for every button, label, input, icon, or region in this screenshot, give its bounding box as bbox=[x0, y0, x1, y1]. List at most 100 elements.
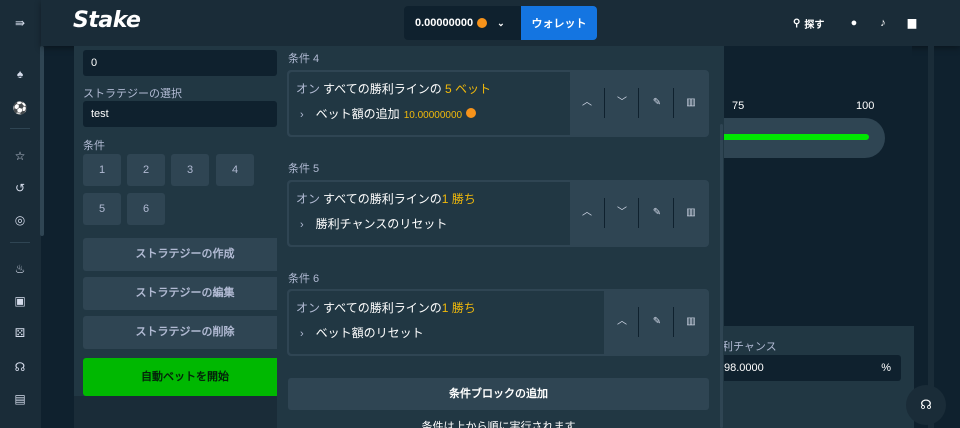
delete-strategy-button[interactable]: ストラテジーの削除 bbox=[83, 316, 287, 349]
divider bbox=[638, 198, 639, 228]
amount-field[interactable]: 0 bbox=[83, 50, 277, 76]
percent-symbol: % bbox=[881, 362, 891, 374]
condition-body[interactable]: オン すべての勝利ラインの1 勝ち › 勝利チャンスのリセット bbox=[289, 182, 570, 245]
divider bbox=[673, 88, 674, 118]
conditions-label: 条件 bbox=[83, 140, 105, 152]
chevron-right-icon: › bbox=[300, 219, 304, 231]
chevron-down-icon: ⌄ bbox=[497, 17, 505, 28]
chevron-up-icon[interactable]: ︿ bbox=[572, 88, 602, 118]
execution-order-note: 条件は上から順に実行されます bbox=[421, 421, 576, 428]
condition-number-button[interactable]: 2 bbox=[127, 154, 165, 186]
win-chance-value: 98.0000 bbox=[724, 362, 764, 374]
user-icon[interactable]: ● bbox=[847, 16, 861, 30]
condition-on-label: オン bbox=[296, 192, 321, 206]
chevron-up-icon[interactable]: ︿ bbox=[607, 307, 637, 337]
condition-on-label: オン bbox=[296, 301, 321, 315]
trash-icon[interactable]: ▥ bbox=[676, 198, 706, 228]
chevron-up-icon[interactable]: ︿ bbox=[572, 198, 602, 228]
condition-trigger: オン すべての勝利ラインの 5 ベット bbox=[296, 80, 491, 97]
condition-trigger-value: 1 勝ち bbox=[441, 192, 476, 206]
target-icon[interactable]: ◎ bbox=[12, 212, 28, 228]
chevron-right-icon: › bbox=[300, 328, 304, 340]
win-chance-label: 利チャンス bbox=[722, 341, 777, 353]
trash-icon[interactable]: ▥ bbox=[676, 88, 706, 118]
support-headset-button[interactable]: ☊ bbox=[906, 385, 946, 425]
condition-trigger-prefix: すべての勝利ラインの bbox=[323, 82, 442, 96]
balance-value: 0.00000000 bbox=[415, 17, 474, 29]
divider bbox=[638, 307, 639, 337]
win-slider-bar[interactable] bbox=[714, 134, 869, 140]
condition-card: オン すべての勝利ラインの 5 ベット › ベット額の追加 10.00000000 ︿… bbox=[287, 70, 709, 137]
fire-icon[interactable]: ♨ bbox=[12, 261, 28, 277]
currency-coin-icon bbox=[466, 108, 477, 118]
side-rail: ⇛ ♠ ⚽ ☆ ↺ ◎ ♨ ▣ ⚄ ☊ ▤ bbox=[0, 0, 44, 428]
currency-coin-icon bbox=[477, 18, 488, 28]
create-strategy-button[interactable]: ストラテジーの作成 bbox=[83, 238, 287, 271]
condition-action: › 勝利チャンスのリセット bbox=[300, 215, 447, 232]
divider bbox=[673, 307, 674, 337]
chevron-down-icon[interactable]: ﹀ bbox=[607, 88, 637, 118]
divider bbox=[638, 88, 639, 118]
divider bbox=[604, 198, 605, 228]
strategy-select-label: ストラテジーの選択 bbox=[83, 88, 182, 100]
condition-amount: 10.00000000 bbox=[403, 110, 463, 121]
wallet-button[interactable]: ウォレット bbox=[521, 6, 597, 40]
rail-divider bbox=[10, 128, 30, 129]
condition-trigger-prefix: すべての勝利ラインの bbox=[323, 301, 442, 315]
condition-action-label: ベット額のリセット bbox=[315, 326, 424, 340]
condition-number-button[interactable]: 6 bbox=[127, 193, 165, 225]
trash-icon[interactable]: ▥ bbox=[676, 307, 706, 337]
slider-tick-100: 100 bbox=[856, 100, 875, 112]
search-label: 探す bbox=[804, 20, 825, 31]
sports-ball-icon[interactable]: ⚽ bbox=[12, 100, 28, 116]
history-icon[interactable]: ↺ bbox=[12, 180, 28, 196]
condition-trigger-prefix: すべての勝利ラインの bbox=[323, 192, 442, 206]
chevron-down-icon[interactable]: ﹀ bbox=[607, 198, 637, 228]
start-autobet-button[interactable]: 自動ベットを開始 bbox=[83, 358, 287, 396]
rail-scrollbar[interactable] bbox=[40, 46, 44, 236]
headset-icon: ☊ bbox=[920, 397, 932, 412]
balance-selector[interactable]: 0.00000000 ⌄ bbox=[404, 6, 521, 40]
condition-card: オン すべての勝利ラインの1 勝ち › ベット額のリセット ︿ ✎ ▥ bbox=[287, 289, 709, 356]
condition-number-button[interactable]: 4 bbox=[216, 154, 254, 186]
chat-icon[interactable]: ▆ bbox=[905, 16, 919, 30]
chevron-right-icon: › bbox=[300, 109, 304, 121]
edit-pencil-icon[interactable]: ✎ bbox=[642, 307, 672, 337]
edit-pencil-icon[interactable]: ✎ bbox=[642, 88, 672, 118]
stake-logo[interactable]: Stake bbox=[73, 8, 141, 33]
bookmark-icon[interactable]: ▣ bbox=[12, 293, 28, 309]
slider-tick-75: 75 bbox=[732, 100, 745, 112]
casino-icon[interactable]: ♠ bbox=[12, 66, 28, 82]
app: ⇛ ♠ ⚽ ☆ ↺ ◎ ♨ ▣ ⚄ ☊ ▤ Stake 0.00000000 ⌄… bbox=[0, 0, 960, 428]
condition-trigger: オン すべての勝利ラインの1 勝ち bbox=[296, 190, 476, 207]
add-condition-block-button[interactable]: 条件ブロックの追加 bbox=[288, 378, 709, 410]
win-chance-field[interactable]: 98.0000 % bbox=[714, 355, 901, 381]
modal-scrollbar[interactable] bbox=[720, 124, 723, 428]
condition-number-button[interactable]: 3 bbox=[171, 154, 209, 186]
condition-title: 条件 4 bbox=[288, 53, 320, 65]
condition-action-label: ベット額の追加 bbox=[315, 107, 400, 121]
condition-title: 条件 5 bbox=[288, 163, 320, 175]
condition-trigger-value: 5 ベット bbox=[445, 82, 492, 96]
star-icon[interactable]: ☆ bbox=[12, 148, 28, 164]
condition-number-button[interactable]: 1 bbox=[83, 154, 121, 186]
rail-divider bbox=[10, 242, 30, 243]
collapse-menu-icon[interactable]: ⇛ bbox=[12, 15, 28, 31]
search-button[interactable]: ⚲ 探す bbox=[793, 16, 824, 31]
condition-number-button[interactable]: 5 bbox=[83, 193, 121, 225]
condition-action-label: 勝利チャンスのリセット bbox=[315, 217, 448, 231]
strategy-select[interactable]: test bbox=[83, 101, 277, 127]
search-icon: ⚲ bbox=[793, 18, 801, 29]
gift-icon[interactable]: ▤ bbox=[12, 391, 28, 407]
edit-pencil-icon[interactable]: ✎ bbox=[642, 198, 672, 228]
condition-on-label: オン bbox=[296, 82, 321, 96]
top-bar: Stake 0.00000000 ⌄ ウォレット ⚲ 探す ● ♪ ▆ bbox=[41, 0, 960, 46]
headset-icon[interactable]: ☊ bbox=[12, 359, 28, 375]
page-scrollbar[interactable] bbox=[928, 46, 934, 428]
edit-strategy-button[interactable]: ストラテジーの編集 bbox=[83, 277, 287, 310]
condition-body[interactable]: オン すべての勝利ラインの 5 ベット › ベット額の追加 10.00000000 bbox=[289, 72, 570, 135]
dice-icon[interactable]: ⚄ bbox=[12, 325, 28, 341]
condition-body[interactable]: オン すべての勝利ラインの1 勝ち › ベット額のリセット bbox=[289, 291, 604, 354]
bell-icon[interactable]: ♪ bbox=[876, 16, 890, 30]
condition-trigger-value: 1 勝ち bbox=[441, 301, 476, 315]
